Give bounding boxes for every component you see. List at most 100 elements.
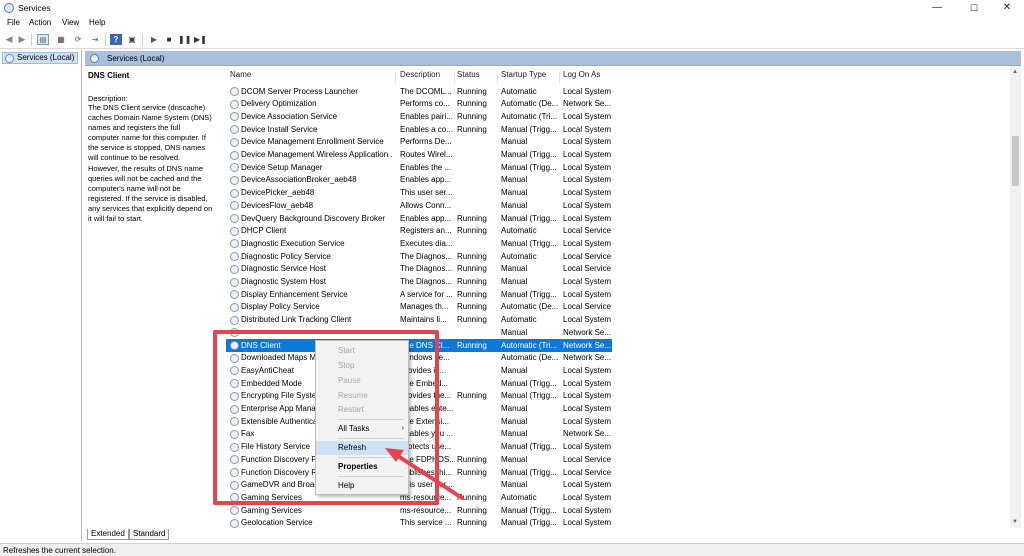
service-logon-cell: Local System	[563, 86, 611, 96]
properties-sheet-icon[interactable]: ▦	[55, 34, 67, 45]
table-row[interactable]: Diagnostic Policy Service The Diagnos... R…	[226, 250, 612, 263]
pause-service-icon[interactable]: ❚❚	[178, 34, 191, 45]
title-bar: Services — ☐ ✕	[0, 0, 1024, 16]
table-row[interactable]: Display Enhancement Service A service for…	[226, 288, 612, 301]
service-description-cell: Performs co...	[400, 99, 450, 109]
service-status-cell: Running	[457, 340, 487, 350]
column-header-log-on-as[interactable]: Log On As	[563, 70, 600, 82]
console-icon[interactable]: ▣	[126, 34, 138, 45]
export-list-icon[interactable]: ⇥	[89, 34, 101, 45]
service-logon-cell: Local System	[563, 518, 611, 528]
service-startup-cell: Manual (Trigg...	[501, 467, 557, 477]
service-logon-cell: Local System	[563, 213, 611, 223]
service-name-cell: DevicesFlow_aeb48	[241, 200, 314, 210]
tab-extended[interactable]: Extended	[87, 529, 129, 540]
column-divider[interactable]	[395, 72, 396, 83]
service-description-cell: Performs De...	[400, 137, 452, 147]
service-logon-cell: Local System	[563, 175, 611, 185]
help-icon[interactable]: ?	[110, 34, 122, 45]
service-description-cell: Registers an...	[400, 226, 452, 236]
column-header-status[interactable]: Status	[457, 70, 480, 82]
show-tree-icon[interactable]: ▤	[37, 34, 49, 45]
scrollbar-thumb[interactable]	[1012, 136, 1019, 186]
menu-help[interactable]: Help	[89, 18, 105, 27]
restart-service-icon[interactable]: ▶❚	[194, 34, 207, 45]
service-logon-cell: Network Se...	[563, 327, 611, 337]
start-service-icon[interactable]: ▶	[148, 34, 160, 45]
service-status-cell: Running	[457, 391, 487, 401]
column-divider[interactable]	[454, 72, 455, 83]
description-label: Description:	[88, 94, 128, 103]
service-gear-icon	[230, 264, 239, 274]
table-row[interactable]: Device Setup Manager Enables the ... Manua…	[226, 161, 612, 174]
menu-file[interactable]: File	[7, 18, 20, 27]
table-row[interactable]: Distributed Link Tracking Client Maintain…	[226, 314, 612, 327]
service-gear-icon	[230, 315, 239, 325]
service-logon-cell: Local System	[563, 480, 611, 490]
service-startup-cell: Manual (Trigg...	[501, 213, 557, 223]
service-startup-cell: Manual (Trigg...	[501, 289, 557, 299]
service-description-cell: Enables the ...	[400, 162, 452, 172]
table-row[interactable]: Delivery Optimization Performs co... Runni…	[226, 98, 612, 111]
service-status-cell: Running	[457, 213, 487, 223]
back-icon[interactable]: ◀	[3, 34, 15, 45]
service-startup-cell: Manual	[501, 175, 528, 185]
description-line: any services that explicitly depend on	[88, 203, 213, 213]
table-row[interactable]: Device Association Service Enables pairi.…	[226, 110, 612, 123]
table-row[interactable]: DCOM Server Process Launcher The DCOML...…	[226, 85, 612, 98]
table-row[interactable]: DHCP Client Registers an... Running Automat…	[226, 225, 612, 238]
table-row[interactable]: DevicePicker_aeb48 This user ser... Manual…	[226, 187, 612, 200]
service-startup-cell: Manual (Trigg...	[501, 442, 557, 452]
table-row[interactable]: Diagnostic Service Host The Diagnos... Run…	[226, 263, 612, 276]
table-row[interactable]: Display Policy Service Manages th... Runni…	[226, 301, 612, 314]
description-line: computer name for this computer. If	[88, 133, 206, 143]
column-divider[interactable]	[497, 72, 498, 83]
column-header-name[interactable]: Name	[230, 70, 251, 82]
close-button[interactable]: ✕	[990, 0, 1024, 16]
service-gear-icon	[230, 150, 239, 160]
column-header-startup-type[interactable]: Startup Type	[501, 70, 546, 82]
service-startup-cell: Manual (Trigg...	[501, 162, 557, 172]
service-status-cell: Running	[457, 467, 487, 477]
service-gear-icon	[230, 518, 239, 528]
stop-service-icon[interactable]: ■	[163, 34, 175, 45]
forward-icon[interactable]: ▶	[16, 34, 28, 45]
service-gear-icon	[230, 239, 239, 249]
refresh-icon[interactable]: ⟳	[72, 34, 84, 45]
menu-view[interactable]: View	[62, 18, 79, 27]
table-row[interactable]: Device Management Wireless Application .…	[226, 149, 612, 162]
column-divider[interactable]	[559, 72, 560, 83]
table-row[interactable]: DevQuery Background Discovery Broker Enab…	[226, 212, 612, 225]
table-row[interactable]: Gaming Services ms-resource... Running Manu…	[226, 504, 612, 517]
scroll-up-icon[interactable]: ▲	[1012, 69, 1018, 75]
service-startup-cell: Automatic (De...	[501, 302, 559, 312]
service-startup-cell: Manual (Trigg...	[501, 378, 557, 388]
maximize-button[interactable]: ☐	[957, 0, 991, 16]
service-description-cell: The Diagnos...	[400, 251, 453, 261]
service-startup-cell: Manual	[501, 416, 528, 426]
table-row[interactable]: Diagnostic System Host The Diagnos... Runn…	[226, 276, 612, 289]
table-row[interactable]: DeviceAssociationBroker_aeb48 Enables app…	[226, 174, 612, 187]
table-row[interactable]: Geolocation Service This service ... Runni…	[226, 517, 612, 530]
service-description-cell: This service ...	[400, 518, 452, 528]
table-row[interactable]: Device Install Service Enables a co... Run…	[226, 123, 612, 136]
description-line: queries will not be cached and the	[88, 173, 202, 183]
scroll-down-icon[interactable]: ▼	[1012, 519, 1018, 525]
service-description-cell: Enables app...	[400, 213, 452, 223]
minimize-button[interactable]: —	[920, 0, 954, 16]
service-startup-cell: Manual	[501, 327, 528, 337]
service-description-cell: ms-resource...	[400, 505, 452, 515]
table-row[interactable]: DevicesFlow_aeb48 Allows Conn... Manual Loc…	[226, 199, 612, 212]
table-row[interactable]: Device Management Enrollment Service Perf…	[226, 136, 612, 149]
vertical-scrollbar[interactable]: ▲ ▼	[1010, 66, 1021, 528]
tab-standard[interactable]: Standard	[129, 529, 170, 540]
menu-action[interactable]: Action	[29, 18, 51, 27]
service-gear-icon	[230, 87, 239, 96]
column-header-description[interactable]: Description	[400, 70, 440, 82]
service-status-cell: Running	[457, 315, 487, 325]
service-name-cell: Diagnostic Execution Service	[241, 238, 345, 248]
service-name-cell: DHCP Client	[241, 226, 287, 236]
services-app-icon	[4, 3, 14, 13]
table-row[interactable]: Diagnostic Execution Service Executes dia…	[226, 237, 612, 250]
tree-item-services-local[interactable]: Services (Local)	[2, 52, 78, 64]
